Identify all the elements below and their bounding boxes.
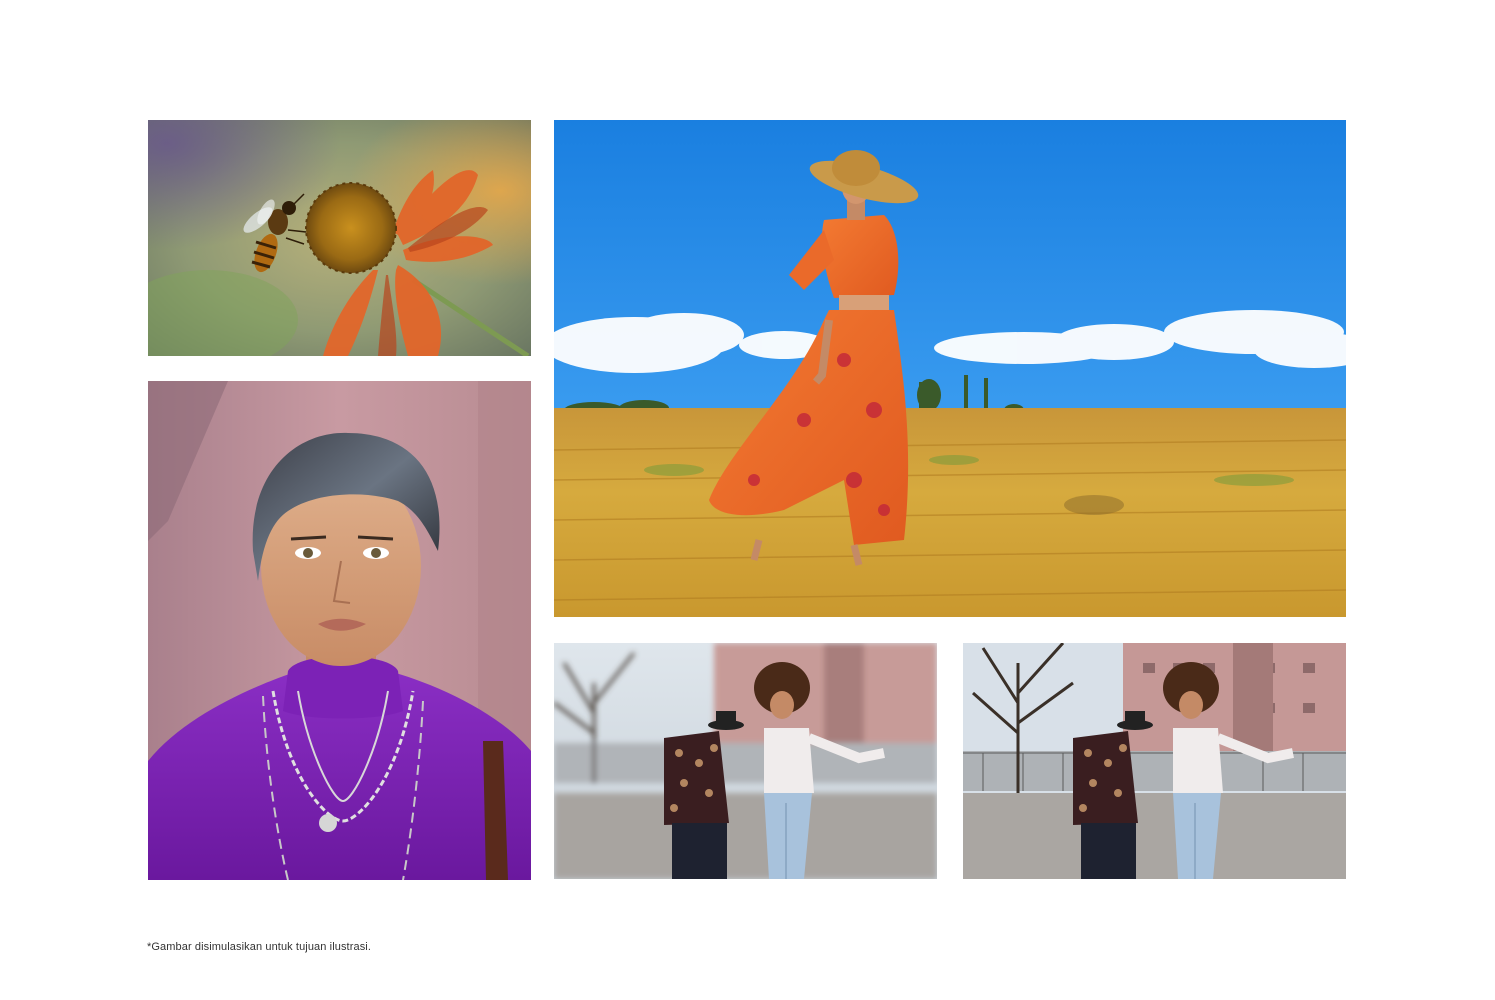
- photo-couple-blurred-background: [554, 643, 937, 879]
- photo-portrait: [148, 381, 531, 880]
- photo-couple-sharp-background: [963, 643, 1346, 879]
- photo-bee-on-flower: [148, 120, 531, 356]
- disclaimer-text: *Gambar disimulasikan untuk tujuan ilust…: [147, 941, 371, 953]
- photo-woman-in-field: [554, 120, 1346, 617]
